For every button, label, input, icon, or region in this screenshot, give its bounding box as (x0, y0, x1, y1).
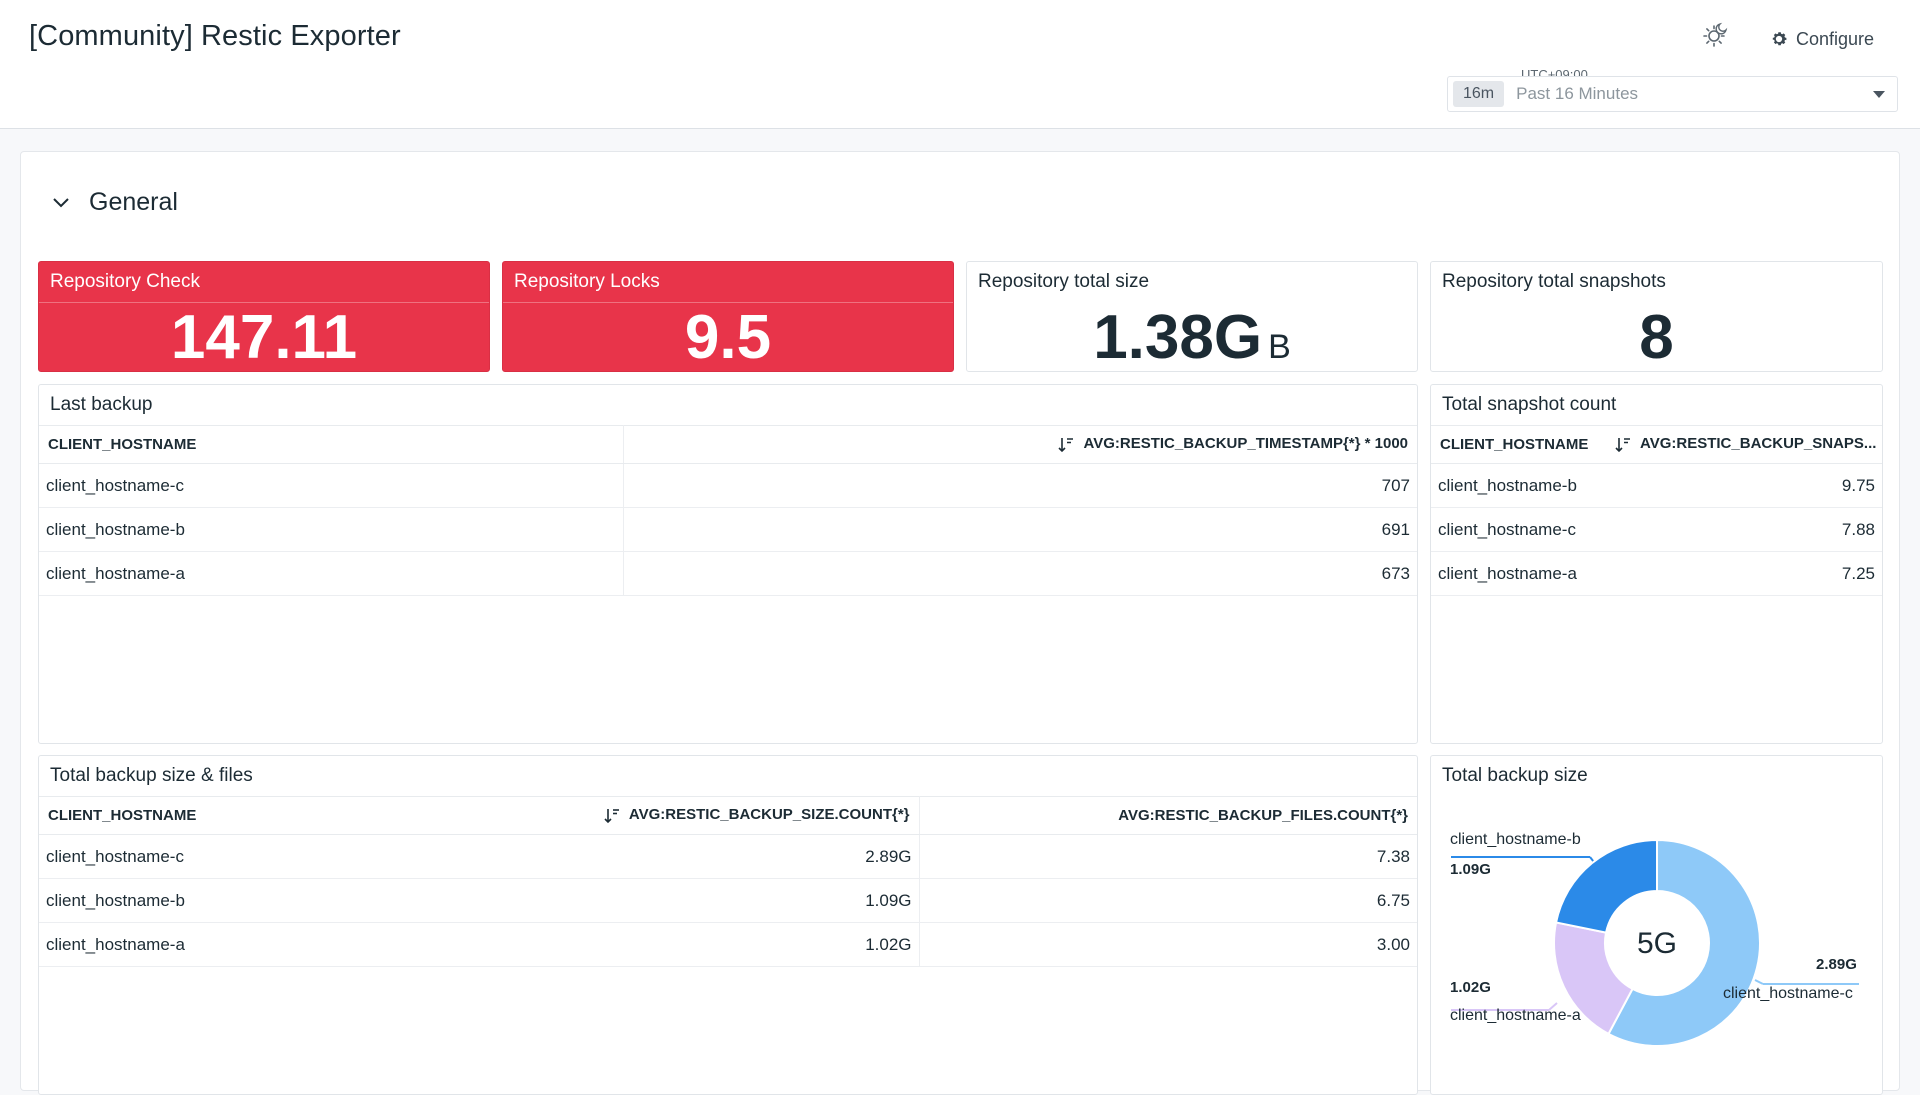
column-header-size[interactable]: AVG:RESTIC_BACKUP_SIZE.COUNT{*} (419, 796, 920, 835)
gear-icon (1772, 32, 1787, 46)
last-backup-table: CLIENT_HOSTNAME AVG:RESTIC_BACKUP_TIMEST… (39, 425, 1417, 596)
hostname-cell: client_hostname-a (39, 551, 624, 596)
size-cell: 1.09G (419, 878, 920, 923)
slice-label-a-value: 1.02G (1450, 979, 1491, 996)
slice-label-a-name: client_hostname-a (1450, 1007, 1581, 1024)
hostname-cell: client_hostname-c (39, 834, 419, 879)
donut-chart: 5G client_hostname-b 1.09G 1.02G client_… (1431, 796, 1882, 1094)
query-value: 9.5 (684, 303, 772, 372)
widget-title: Repository total snapshots (1442, 271, 1666, 292)
hostname-cell: client_hostname-a (39, 922, 419, 967)
column-header-snapshots[interactable]: AVG:RESTIC_BACKUP_SNAPS... (1605, 425, 1882, 464)
sun-moon-icon (1703, 22, 1728, 47)
hostname-cell: client_hostname-c (1431, 507, 1605, 552)
value-cell: 7.88 (1605, 507, 1882, 552)
total-snapshot-count-widget: Total snapshot count CLIENT_HOSTNAME AVG… (1430, 384, 1883, 744)
widget-title: Repository total size (978, 271, 1150, 292)
general-group: General Repository Check 147.11 Reposito… (20, 151, 1900, 1095)
configure-label: Configure (1796, 28, 1875, 49)
backup-size-files-widget: Total backup size & files CLIENT_HOSTNAM… (38, 755, 1418, 1095)
hostname-cell: client_hostname-c (39, 463, 624, 508)
column-header-hostname[interactable]: CLIENT_HOSTNAME (1431, 425, 1605, 464)
repository-total-snapshots-widget[interactable]: Repository total snapshots 8 (1430, 261, 1883, 372)
column-header-timestamp[interactable]: AVG:RESTIC_BACKUP_TIMESTAMP{*} * 1000 (623, 425, 1417, 464)
widget-title: Total snapshot count (1442, 394, 1617, 415)
table-row[interactable]: client_hostname-a 7.25 (1431, 551, 1882, 596)
sort-desc-icon (604, 808, 619, 823)
table-row[interactable]: client_hostname-b 1.09G 6.75 (39, 878, 1417, 923)
slice-label-c-value: 2.89G (1816, 956, 1857, 973)
query-value: 1.38G B (1093, 303, 1291, 372)
hostname-cell: client_hostname-b (39, 878, 419, 923)
column-header-files[interactable]: AVG:RESTIC_BACKUP_FILES.COUNT{*} (919, 796, 1417, 835)
table-row[interactable]: client_hostname-c 2.89G 7.38 (39, 834, 1417, 879)
snapshot-count-table: CLIENT_HOSTNAME AVG:RESTIC_BACKUP_SNAPS.… (1431, 425, 1882, 596)
widget-title: Total backup size (1442, 765, 1588, 786)
repository-total-size-widget[interactable]: Repository total size 1.38G B (966, 261, 1418, 372)
widget-title: Repository Check (50, 271, 200, 292)
value-cell: 673 (623, 551, 1417, 596)
group-title: General (89, 188, 178, 216)
sort-desc-icon (1058, 437, 1074, 452)
value-cell: 707 (623, 463, 1417, 508)
size-cell: 1.02G (419, 922, 920, 967)
sort-desc-icon (1615, 437, 1630, 452)
table-row[interactable]: client_hostname-a 673 (39, 551, 1417, 596)
hostname-cell: client_hostname-b (39, 507, 624, 552)
column-header-hostname[interactable]: CLIENT_HOSTNAME (39, 425, 624, 464)
table-row[interactable]: client_hostname-b 691 (39, 507, 1417, 552)
files-cell: 3.00 (919, 922, 1417, 967)
hostname-cell: client_hostname-a (1431, 551, 1605, 596)
table-row[interactable]: client_hostname-a 1.02G 3.00 (39, 922, 1417, 967)
widget-title: Total backup size & files (50, 765, 253, 786)
query-value: 147.11 (170, 303, 358, 372)
configure-button[interactable]: Configure (1770, 24, 1874, 54)
value-unit: B (1268, 328, 1291, 366)
widget-title: Last backup (50, 394, 153, 415)
slice-label-b-name: client_hostname-b (1450, 831, 1581, 848)
theme-toggle-button[interactable] (1700, 20, 1730, 50)
files-cell: 7.38 (919, 834, 1417, 879)
files-cell: 6.75 (919, 878, 1417, 923)
page-title: [Community] Restic Exporter (29, 20, 401, 52)
value-cell: 7.25 (1605, 551, 1882, 596)
value-cell: 691 (623, 507, 1417, 552)
time-range-text: Past 16 Minutes (1516, 84, 1639, 103)
total-backup-size-widget: Total backup size 5G client_hostname-b 1… (1430, 755, 1883, 1095)
widget-title: Repository Locks (514, 271, 660, 292)
time-range-chip: 16m (1453, 81, 1505, 107)
dashboard-header: [Community] Restic Exporter Configure UT… (0, 0, 1920, 129)
table-row[interactable]: client_hostname-b 9.75 (1431, 463, 1882, 508)
backup-size-files-table: CLIENT_HOSTNAME AVG:RESTIC_BACKUP_SIZE.C… (39, 796, 1417, 967)
chevron-down-icon (53, 197, 69, 207)
time-range-picker[interactable]: 16m Past 16 Minutes (1447, 76, 1898, 112)
repository-check-widget[interactable]: Repository Check 147.11 (38, 261, 490, 372)
group-toggle[interactable]: General (51, 188, 178, 217)
slice-label-b-value: 1.09G (1450, 861, 1491, 878)
table-row[interactable]: client_hostname-c 707 (39, 463, 1417, 508)
table-row[interactable]: client_hostname-c 7.88 (1431, 507, 1882, 552)
last-backup-widget: Last backup CLIENT_HOSTNAME AVG:RESTIC_B… (38, 384, 1418, 744)
repository-locks-widget[interactable]: Repository Locks 9.5 (502, 261, 954, 372)
query-value: 8 (1639, 303, 1674, 372)
value-cell: 9.75 (1605, 463, 1882, 508)
donut-center-label: 5G (1637, 927, 1677, 960)
caret-down-icon (1873, 90, 1885, 98)
size-cell: 2.89G (419, 834, 920, 879)
donut-slice-client_hostname-b[interactable] (1554, 838, 1658, 934)
slice-label-c-name: client_hostname-c (1723, 985, 1853, 1002)
column-header-hostname[interactable]: CLIENT_HOSTNAME (39, 796, 419, 835)
hostname-cell: client_hostname-b (1431, 463, 1605, 508)
